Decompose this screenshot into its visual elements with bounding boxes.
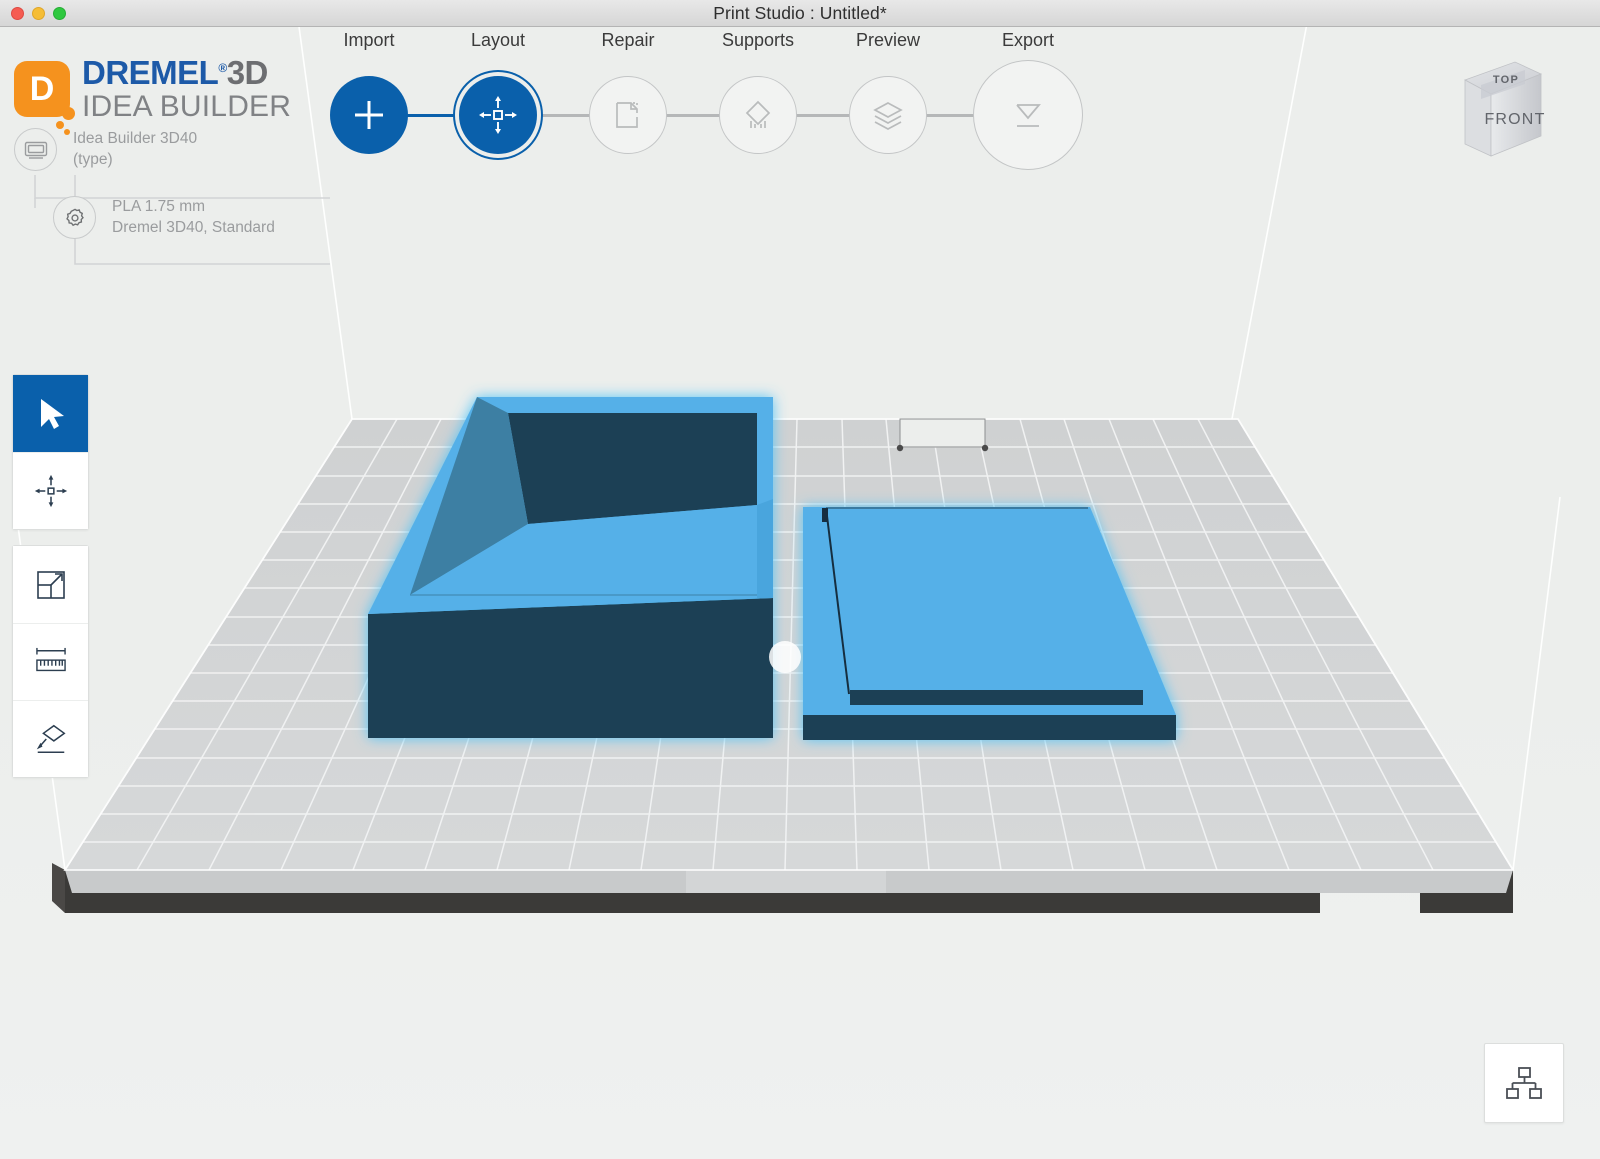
- logo-3d-text: 3D: [226, 54, 269, 91]
- move-tool-button[interactable]: [13, 452, 88, 529]
- measure-tool-group: [12, 545, 89, 778]
- workflow-label-layout[interactable]: Layout: [471, 30, 525, 51]
- layers-icon: [873, 102, 903, 130]
- measure-tool-button[interactable]: [13, 623, 88, 700]
- logo-dremel-text: DREMEL: [82, 54, 219, 91]
- material-profile: Dremel 3D40, Standard: [112, 218, 275, 236]
- view-cube-shape: TOP FRONT: [1464, 61, 1545, 157]
- workflow-label-import[interactable]: Import: [343, 30, 394, 51]
- place-face-icon: [36, 724, 66, 754]
- ruler-icon: [35, 647, 66, 672]
- workflow-step-export[interactable]: [973, 60, 1083, 170]
- logo-dot-large: [62, 107, 75, 120]
- logo-registered-mark: ®: [218, 61, 227, 75]
- move-icon: [479, 96, 517, 134]
- extruder-nozzle-glow: [769, 641, 801, 673]
- view-cube-top-label: TOP: [1493, 74, 1519, 86]
- printer-type: (type): [73, 150, 113, 168]
- brand-logo: D DREMEL®3D IDEA BUILDER: [14, 56, 292, 135]
- repair-icon: [616, 102, 638, 128]
- minimize-button[interactable]: [32, 7, 45, 20]
- scale-icon: [36, 570, 65, 599]
- window-controls: [11, 7, 66, 20]
- dremel-logo-mark: D: [14, 61, 75, 135]
- workflow-label-repair[interactable]: Repair: [601, 30, 654, 51]
- printer-node-text: Idea Builder 3D40 (type): [73, 129, 197, 170]
- workflow-step-repair[interactable]: [589, 76, 667, 154]
- zoom-button[interactable]: [53, 7, 66, 20]
- close-button[interactable]: [11, 7, 24, 20]
- material-node-text: PLA 1.75 mm Dremel 3D40, Standard: [112, 197, 275, 238]
- workflow-label-supports[interactable]: Supports: [722, 30, 794, 51]
- gear-icon: [53, 196, 96, 239]
- printer-node[interactable]: Idea Builder 3D40 (type): [14, 128, 197, 171]
- workflow-step-supports[interactable]: [719, 76, 797, 154]
- logo-dot-small: [64, 129, 70, 135]
- printer-icon: [14, 128, 57, 171]
- transform-tool-group: [12, 374, 89, 530]
- material-name: PLA 1.75 mm: [112, 198, 206, 216]
- select-arrow-icon: [40, 398, 64, 429]
- printer-name: Idea Builder 3D40: [73, 130, 198, 148]
- move-arrows-icon: [34, 474, 67, 508]
- supports-icon: [745, 100, 771, 128]
- workflow-step-import[interactable]: [330, 76, 408, 154]
- model-tree-button[interactable]: [1484, 1043, 1564, 1123]
- scale-tool-button[interactable]: [13, 546, 88, 623]
- plus-icon: [355, 101, 383, 129]
- view-cube-front-label: FRONT: [1484, 111, 1545, 128]
- print-studio-window: Print Studio : Untitled* D DREMEL®3D IDE…: [0, 0, 1600, 1159]
- workflow-step-preview[interactable]: [849, 76, 927, 154]
- logo-wordmark-line2: IDEA BUILDER: [82, 90, 292, 123]
- export-icon: [1016, 104, 1041, 127]
- logo-dot-medium: [56, 121, 64, 129]
- select-tool-button[interactable]: [13, 375, 88, 452]
- hierarchy-icon: [1506, 1067, 1542, 1099]
- material-node[interactable]: PLA 1.75 mm Dremel 3D40, Standard: [53, 196, 275, 239]
- title-bar: Print Studio : Untitled*: [0, 0, 1600, 27]
- logo-wordmark-line1: DREMEL®3D: [82, 56, 291, 89]
- workflow-label-preview[interactable]: Preview: [856, 30, 920, 51]
- window-title: Print Studio : Untitled*: [713, 2, 887, 23]
- workflow-step-layout[interactable]: [459, 76, 537, 154]
- view-cube[interactable]: TOP FRONT: [1447, 52, 1547, 167]
- place-on-face-tool-button[interactable]: [13, 700, 88, 777]
- workflow-label-export[interactable]: Export: [1002, 30, 1054, 51]
- logo-letter: D: [29, 69, 55, 108]
